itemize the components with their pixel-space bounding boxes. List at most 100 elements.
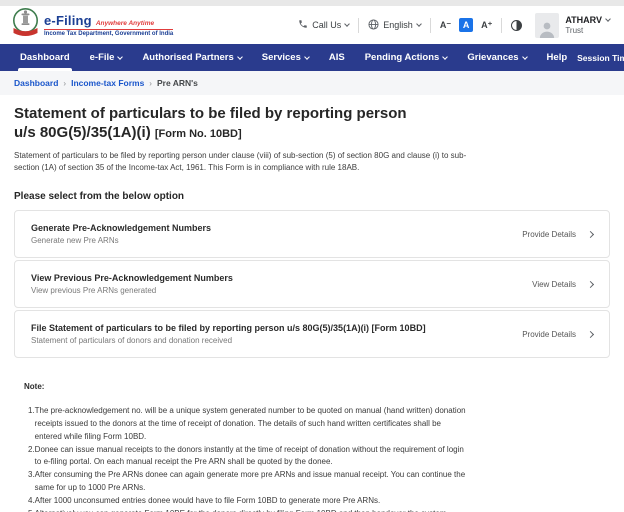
provide-details-link[interactable]: Provide Details — [522, 330, 593, 339]
nav-pending-actions[interactable]: Pending Actions — [355, 44, 458, 71]
note-text: Alternatively you can generate Form 10BE… — [35, 508, 467, 512]
breadcrumb: Dashboard › Income-tax Forms › Pre ARN's — [0, 71, 624, 95]
nav-label: AIS — [329, 52, 345, 63]
nav-label: e-File — [90, 52, 115, 63]
divider — [501, 18, 502, 33]
note-number: 5. — [28, 508, 35, 512]
page-title-line1: Statement of particulars to be filed by … — [14, 105, 407, 122]
nav-label: Authorised Partners — [142, 52, 233, 63]
nav-efile[interactable]: e-File — [80, 44, 133, 71]
form-number-tag: [Form No. 10BD] — [155, 128, 242, 140]
note-text: After consuming the Pre ARNs donee can a… — [35, 469, 467, 495]
page-title-line2: u/s 80G(5)/35(1A)(i) — [14, 124, 151, 141]
note-item: 1. The pre-acknowledgement no. will be a… — [28, 405, 610, 443]
page-description: Statement of particulars to be filed by … — [14, 150, 476, 175]
note-list: 1. The pre-acknowledgement no. will be a… — [28, 405, 610, 512]
chevron-down-icon — [344, 21, 350, 27]
chevron-right-icon — [587, 281, 594, 288]
font-normal-button[interactable]: A — [459, 18, 473, 32]
chevron-down-icon — [605, 16, 611, 22]
note-number: 3. — [28, 469, 35, 495]
nav-help[interactable]: Help — [537, 44, 578, 71]
font-decrease-button[interactable]: A⁻ — [440, 20, 451, 31]
breadcrumb-income-tax-forms[interactable]: Income-tax Forms — [71, 78, 144, 88]
globe-icon — [368, 19, 379, 32]
card-text: Generate Pre-Acknowledgement Numbers Gen… — [31, 223, 211, 245]
main-navbar: Dashboard e-File Authorised Partners Ser… — [0, 44, 624, 71]
select-option-heading: Please select from the below option — [14, 191, 610, 202]
contrast-toggle-icon[interactable] — [511, 20, 522, 31]
provide-details-link[interactable]: Provide Details — [522, 230, 593, 239]
nav-grievances[interactable]: Grievances — [457, 44, 536, 71]
chevron-down-icon — [522, 54, 528, 60]
card-generate-pre-arn[interactable]: Generate Pre-Acknowledgement Numbers Gen… — [14, 210, 610, 258]
card-text: File Statement of particulars to be file… — [31, 323, 426, 345]
note-item: 4. After 1000 unconsumed entries donee w… — [28, 495, 610, 508]
note-item: 2. Donee can issue manual receipts to th… — [28, 444, 610, 470]
page-title: Statement of particulars to be filed by … — [14, 105, 610, 143]
breadcrumb-separator-icon: › — [149, 79, 152, 88]
user-menu[interactable]: ATHARV Trust — [535, 13, 610, 38]
divider — [430, 18, 431, 33]
card-title: Generate Pre-Acknowledgement Numbers — [31, 223, 211, 233]
note-heading: Note: — [24, 382, 610, 391]
note-number: 2. — [28, 444, 35, 470]
note-item: 3. After consuming the Pre ARNs donee ca… — [28, 469, 610, 495]
note-text: After 1000 unconsumed entries donee woul… — [35, 495, 467, 508]
card-subtitle: Statement of particulars of donors and d… — [31, 336, 426, 345]
department-name: Income Tax Department, Government of Ind… — [44, 31, 173, 37]
nav-services[interactable]: Services — [252, 44, 319, 71]
card-text: View Previous Pre-Acknowledgement Number… — [31, 273, 233, 295]
breadcrumb-pre-arns: Pre ARN's — [157, 78, 198, 88]
call-us-label: Call Us — [312, 20, 341, 30]
font-size-controls: A⁻ A A⁺ — [440, 18, 493, 32]
card-action-label: Provide Details — [522, 230, 576, 239]
note-item: 5. Alternatively you can generate Form 1… — [28, 508, 610, 512]
efiling-portal-page: e-Filing Anywhere Anytime Income Tax Dep… — [0, 0, 624, 512]
card-title: View Previous Pre-Acknowledgement Number… — [31, 273, 233, 283]
brand-tagline: Anywhere Anytime — [96, 20, 154, 27]
nav-label: Services — [262, 52, 301, 63]
nav-label: Help — [547, 52, 568, 63]
efiling-logo[interactable]: e-Filing Anywhere Anytime Income Tax Dep… — [12, 7, 173, 43]
main-content: Statement of particulars to be filed by … — [0, 95, 624, 512]
card-subtitle: Generate new Pre ARNs — [31, 236, 211, 245]
option-cards: Generate Pre-Acknowledgement Numbers Gen… — [14, 210, 610, 358]
note-number: 4. — [28, 495, 35, 508]
language-menu[interactable]: English — [368, 19, 421, 32]
divider — [358, 18, 359, 33]
chevron-down-icon — [304, 54, 310, 60]
nav-ais[interactable]: AIS — [319, 44, 355, 71]
chevron-down-icon — [118, 54, 124, 60]
brand-underline — [44, 29, 173, 31]
session-timer: Session Time 1 3 — [577, 44, 624, 71]
logo-text: e-Filing Anywhere Anytime Income Tax Dep… — [44, 13, 173, 38]
note-text: Donee can issue manual receipts to the d… — [35, 444, 467, 470]
user-role: Trust — [565, 26, 610, 35]
breadcrumb-dashboard[interactable]: Dashboard — [14, 78, 58, 88]
session-time-label: Session Time — [577, 53, 624, 63]
card-action-label: View Details — [532, 280, 576, 289]
call-us-menu[interactable]: Call Us — [298, 19, 349, 31]
nav-label: Grievances — [467, 52, 518, 63]
header-controls: Call Us English A⁻ A A⁺ — [298, 13, 610, 38]
card-file-form-10bd[interactable]: File Statement of particulars to be file… — [14, 310, 610, 358]
nav-authorised-partners[interactable]: Authorised Partners — [132, 44, 251, 71]
user-name: ATHARV — [565, 15, 602, 25]
card-title: File Statement of particulars to be file… — [31, 323, 426, 333]
nav-dashboard[interactable]: Dashboard — [10, 44, 80, 71]
phone-icon — [298, 19, 308, 31]
chevron-down-icon — [416, 21, 422, 27]
card-view-previous-pre-arn[interactable]: View Previous Pre-Acknowledgement Number… — [14, 260, 610, 308]
font-increase-button[interactable]: A⁺ — [481, 20, 492, 31]
header: e-Filing Anywhere Anytime Income Tax Dep… — [0, 6, 624, 44]
note-number: 1. — [28, 405, 35, 443]
breadcrumb-separator-icon: › — [63, 79, 66, 88]
chevron-down-icon — [442, 54, 448, 60]
nav-label: Pending Actions — [365, 52, 440, 63]
view-details-link[interactable]: View Details — [532, 280, 593, 289]
avatar — [535, 13, 559, 38]
language-label: English — [383, 20, 413, 30]
card-action-label: Provide Details — [522, 330, 576, 339]
note-text: The pre-acknowledgement no. will be a un… — [35, 405, 467, 443]
